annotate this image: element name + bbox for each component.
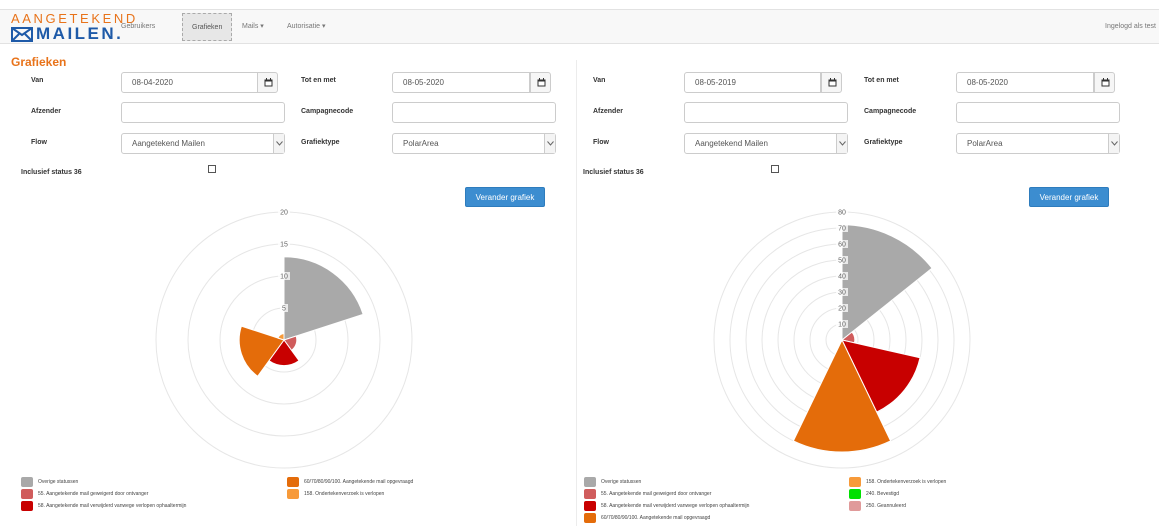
tot-label: Tot en met [301, 77, 336, 84]
legend-label: 158. Ondertekenverzoek is verlopen [304, 491, 385, 497]
afzender-input[interactable] [684, 102, 848, 123]
legend-swatch [21, 501, 33, 511]
brand-logo[interactable]: AANGETEKEND MAILEN. [11, 12, 135, 44]
tick-label: 80 [838, 210, 846, 217]
tot-label: Tot en met [864, 77, 899, 84]
flow-label: Flow [31, 139, 47, 146]
polar-wedge[interactable] [840, 337, 843, 342]
tick-label: 10 [280, 274, 288, 281]
van-label: Van [593, 77, 606, 84]
afzender-label: Afzender [593, 108, 623, 115]
legend-swatch [21, 489, 33, 499]
chevron-down-icon [1108, 134, 1119, 153]
legend-swatch [849, 489, 861, 499]
legend-swatch [584, 477, 596, 487]
legend-label: 58. Aangetekende mail verwijderd vanwege… [601, 503, 750, 509]
tick-label: 50 [838, 258, 846, 265]
tot-calendar-button[interactable] [530, 72, 551, 93]
legend-label: 55. Aangetekende mail geweigerd door ont… [601, 491, 712, 497]
grafiektype-select-value: PolarArea [403, 139, 439, 148]
envelope-icon [11, 27, 33, 42]
verander-grafiek-button[interactable]: Verander grafiek [465, 187, 545, 207]
legend-swatch [21, 477, 33, 487]
legend-label: 60/70/80/90/100. Aangetekende mail opgev… [601, 515, 711, 521]
legend-label: 158. Ondertekenverzoek is verlopen [866, 479, 947, 485]
flow-select-value: Aangetekend Mailen [132, 139, 205, 148]
legend-swatch [849, 501, 861, 511]
tick-label: 20 [838, 306, 846, 313]
calendar-icon [537, 78, 546, 87]
campagnecode-label: Campagnecode [301, 108, 354, 115]
grafiektype-select[interactable]: PolarArea [392, 133, 556, 154]
legend-label: Overige statussen [38, 479, 79, 485]
legend-swatch [849, 477, 861, 487]
status36-checkbox[interactable] [771, 165, 779, 173]
legend-label: 60/70/80/90/100. Aangetekende mail opgev… [304, 479, 414, 485]
nav-item-autorisatie[interactable]: Autorisatie ▾ [278, 13, 335, 41]
status36-label: Inclusief status 36 [583, 169, 644, 176]
verander-grafiek-button[interactable]: Verander grafiek [1029, 187, 1109, 207]
chevron-down-icon [273, 134, 284, 153]
legend-swatch [584, 501, 596, 511]
campagnecode-input[interactable] [392, 102, 556, 123]
nav-item-grafieken[interactable]: Grafieken [182, 13, 233, 41]
calendar-icon [828, 78, 837, 87]
flow-label: Flow [593, 139, 609, 146]
grafiektype-label: Grafiektype [301, 139, 340, 146]
grafiektype-label: Grafiektype [864, 139, 903, 146]
chevron-down-icon [836, 134, 847, 153]
van-input[interactable]: 08-04-2020 [121, 72, 258, 93]
legend-swatch [287, 477, 299, 487]
flow-select-value: Aangetekend Mailen [695, 139, 768, 148]
tick-label: 30 [838, 290, 846, 297]
brand-bottom-text: MAILEN. [36, 24, 124, 43]
legend-swatch [287, 489, 299, 499]
legend-label: 250. Geannuleerd [866, 503, 907, 509]
tot-calendar-button[interactable] [1094, 72, 1115, 93]
van-calendar-button[interactable] [821, 72, 842, 93]
tick-label: 15 [280, 242, 288, 249]
legend-label: 58. Aangetekende mail verwijderd vanwege… [38, 503, 187, 509]
tot-input[interactable]: 08-05-2020 [392, 72, 530, 93]
grafiektype-select-value: PolarArea [967, 139, 1003, 148]
legend-swatch [584, 489, 596, 499]
grafiektype-select[interactable]: PolarArea [956, 133, 1120, 154]
campagnecode-input[interactable] [956, 102, 1120, 123]
page-title: Grafieken [11, 55, 67, 69]
tick-label: 70 [838, 226, 846, 233]
flow-select[interactable]: Aangetekend Mailen [684, 133, 848, 154]
calendar-icon [264, 78, 273, 87]
tick-label: 20 [280, 210, 288, 217]
tick-label: 40 [838, 274, 846, 281]
navbar: AANGETEKEND MAILEN. Gebruikers Grafieken… [0, 9, 1159, 44]
status36-label: Inclusief status 36 [21, 169, 82, 176]
tick-label: 5 [282, 306, 286, 313]
polar-wedge[interactable] [283, 256, 364, 341]
tot-input[interactable]: 08-05-2020 [956, 72, 1094, 93]
panel-divider [576, 60, 577, 526]
afzender-label: Afzender [31, 108, 61, 115]
polar-area-chart-left: 5 10 15 20 [155, 208, 413, 469]
nav-item-mails[interactable]: Mails ▾ [233, 13, 273, 41]
van-input[interactable]: 08-05-2019 [684, 72, 821, 93]
van-calendar-button[interactable] [257, 72, 278, 93]
legend-label: 55. Aangetekende mail geweigerd door ont… [38, 491, 149, 497]
tick-label: 60 [838, 242, 846, 249]
campagnecode-label: Campagnecode [864, 108, 917, 115]
status36-checkbox[interactable] [208, 165, 216, 173]
logged-in-user[interactable]: Ingelogd als test [1105, 13, 1156, 41]
legend-label: Overige statussen [601, 479, 642, 485]
calendar-icon [1101, 78, 1110, 87]
van-label: Van [31, 77, 44, 84]
polar-area-chart-right: 10 20 30 40 50 60 70 80 [713, 208, 971, 469]
nav-item-gebruikers[interactable]: Gebruikers [112, 13, 164, 41]
legend-swatch [584, 513, 596, 523]
chevron-down-icon [544, 134, 555, 153]
flow-select[interactable]: Aangetekend Mailen [121, 133, 285, 154]
tick-label: 10 [838, 322, 846, 329]
afzender-input[interactable] [121, 102, 285, 123]
legend-label: 240. Bevestigd [866, 491, 900, 497]
